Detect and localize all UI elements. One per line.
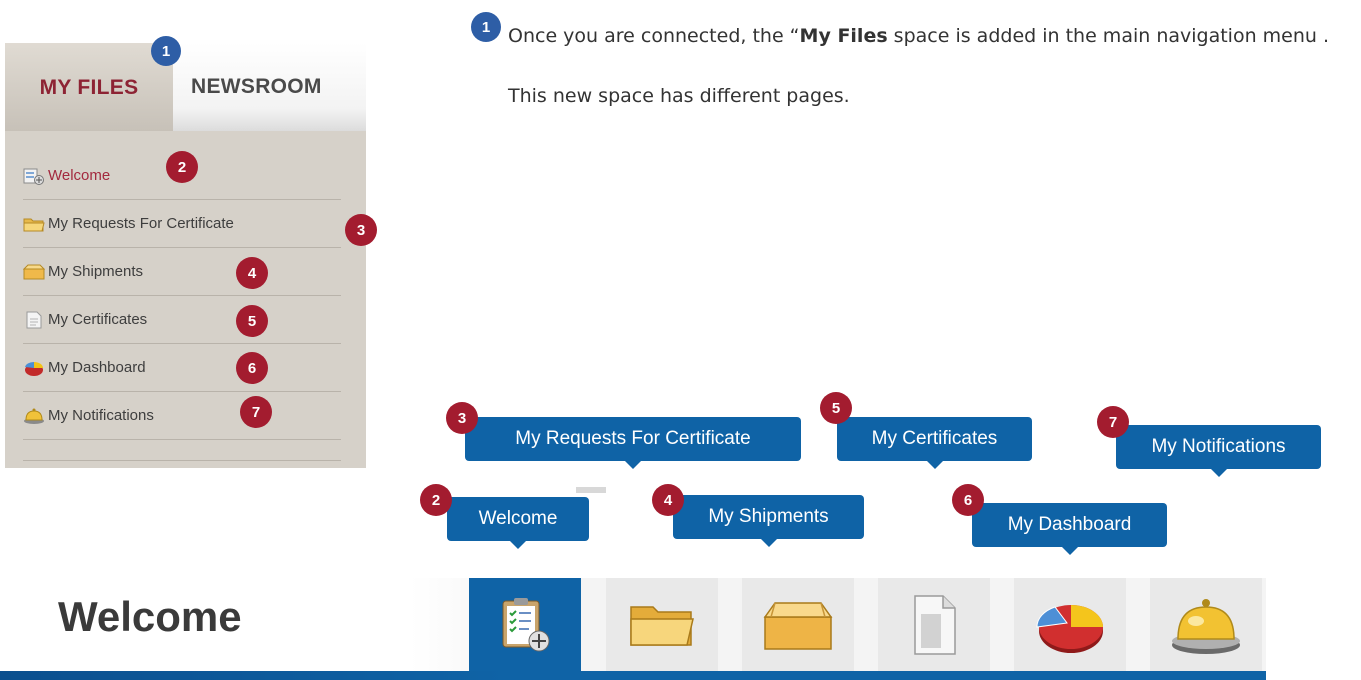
nav-icon-requests[interactable]	[606, 578, 718, 671]
instruction-step-badge: 1	[471, 12, 501, 42]
nav-icon-welcome[interactable]	[469, 578, 581, 671]
menu-item-label: Welcome	[48, 167, 111, 184]
instruction-line-2: This new space has different pages.	[508, 85, 850, 107]
step-badge-5: 5	[236, 305, 268, 337]
step-badge-2: 2	[166, 151, 198, 183]
callout-welcome: Welcome	[447, 497, 589, 549]
instruction-text: Once you are connected, the “My Files sp…	[508, 21, 1358, 111]
menu-item-my-notifications[interactable]: My Notifications	[23, 392, 341, 440]
certificate-document-icon	[914, 594, 956, 655]
step-badge-3: 3	[345, 214, 377, 246]
step-badge-1: 1	[151, 36, 181, 66]
tab-my-files[interactable]: MY FILES	[5, 43, 173, 131]
menu-divider	[23, 440, 341, 461]
callout-my-requests-for-certificate: My Requests For Certificate	[465, 417, 801, 469]
header-bottom-rule	[0, 671, 1266, 680]
folder-icon	[23, 218, 45, 231]
callout-badge-6: 6	[952, 484, 984, 516]
menu-item-label: My Dashboard	[48, 359, 146, 376]
shipment-box-icon	[23, 264, 45, 279]
pie-chart-icon	[25, 361, 43, 376]
page-title: Welcome	[58, 593, 242, 640]
document-icon	[26, 311, 42, 328]
menu-item-label: My Requests For Certificate	[48, 215, 234, 232]
callout-badge-3: 3	[446, 402, 478, 434]
menu-item-my-requests-for-certificate[interactable]: My Requests For Certificate	[23, 200, 341, 248]
step-badge-6: 6	[236, 352, 268, 384]
step-badge-4: 4	[236, 257, 268, 289]
shipment-box-icon	[763, 601, 833, 650]
service-bell-icon	[1172, 598, 1240, 654]
tab-newsroom-label: NEWSROOM	[191, 75, 322, 98]
my-files-menu-screenshot: MY FILES NEWSROOM Welcome My Requests Fo…	[5, 43, 366, 468]
menu-item-my-shipments[interactable]: My Shipments	[23, 248, 341, 296]
callout-badge-7: 7	[1097, 406, 1129, 438]
menu-item-my-certificates[interactable]: My Certificates	[23, 296, 341, 344]
callout-my-dashboard: My Dashboard	[972, 503, 1167, 555]
menu-item-label: My Notifications	[48, 407, 154, 424]
menu-item-label: My Certificates	[48, 311, 148, 328]
welcome-icon	[23, 168, 44, 185]
my-files-submenu: Welcome My Requests For Certificate My S…	[23, 152, 341, 461]
pie-chart-icon	[1036, 604, 1103, 653]
nav-icon-dashboard[interactable]	[1014, 578, 1126, 671]
menu-item-label: My Shipments	[48, 263, 144, 280]
menu-item-my-dashboard[interactable]: My Dashboard	[23, 344, 341, 392]
main-navigation-tabs: MY FILES NEWSROOM	[5, 43, 366, 131]
step-badge-7: 7	[240, 396, 272, 428]
instruction-line-1: Once you are connected, the “My Files sp…	[508, 25, 1330, 47]
nav-icon-certificates[interactable]	[878, 578, 990, 671]
open-folder-icon	[630, 605, 694, 646]
callout-badge-4: 4	[652, 484, 684, 516]
divider-line	[576, 487, 606, 493]
clipboard-checklist-icon	[502, 597, 550, 651]
callout-my-notifications: My Notifications	[1116, 425, 1321, 477]
callout-my-certificates: My Certificates	[837, 417, 1032, 469]
tab-newsroom[interactable]: NEWSROOM	[173, 43, 366, 131]
nav-icon-shipments[interactable]	[742, 578, 854, 671]
nav-icon-notifications[interactable]	[1150, 578, 1262, 671]
callout-my-shipments: My Shipments	[673, 495, 864, 547]
tab-my-files-label: MY FILES	[39, 76, 139, 99]
callout-badge-2: 2	[420, 484, 452, 516]
callout-badge-5: 5	[820, 392, 852, 424]
bell-icon	[24, 408, 44, 424]
